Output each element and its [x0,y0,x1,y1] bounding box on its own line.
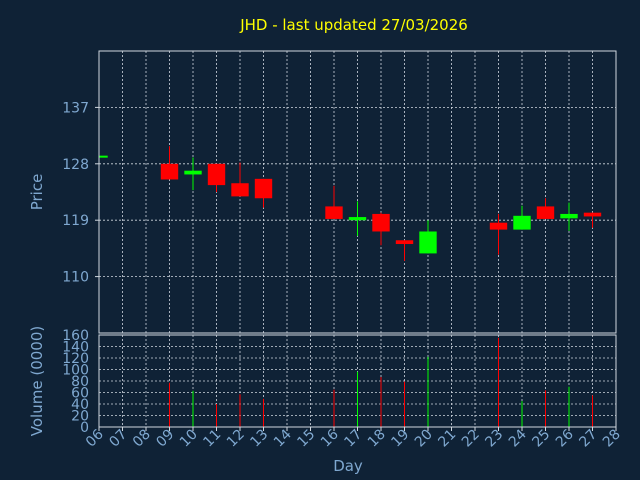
candle-body [207,163,226,186]
x-tick-label: 24 [506,426,530,450]
x-tick-label: 19 [388,427,412,451]
x-tick-label: 25 [529,427,553,451]
x-tick-label: 20 [412,427,436,451]
x-tick-label: 27 [576,427,600,451]
x-tick-label: 21 [435,427,459,451]
x-tick-label: 08 [130,427,154,451]
price-tick-label: 119 [62,213,89,229]
x-tick-label: 26 [553,426,577,450]
candle-body [513,215,531,230]
candle-body [348,217,367,221]
candle-body [231,183,249,197]
x-tick-label: 07 [106,427,130,451]
x-tick-label: 14 [271,426,295,450]
candle-body [254,178,273,199]
axis-ticks: 06 07 08 09 10 11 12 13 14 15 16 17 18 19 20 21 22 23 24 25… [62,100,624,450]
candlestick-chart: JHD - last updated 27/03/2026 Price Volu… [28,16,624,475]
candle-body [583,212,602,217]
price-tick-label: 110 [62,270,89,286]
candle-body [536,206,555,219]
chart-root: JHD - last updated 27/03/2026 Price Volu… [0,0,640,480]
price-tick-label: 128 [62,157,89,173]
x-tick-label: 23 [482,427,506,451]
x-tick-label: 11 [200,427,224,451]
x-tick-label: 17 [341,427,365,451]
x-tick-label: 16 [318,426,342,450]
x-tick-label: 28 [600,427,624,451]
candle-body [372,213,390,232]
x-tick-label: 22 [459,427,483,451]
volume-axis-label: Volume (0000) [28,326,46,436]
candle-body [489,222,508,230]
candle-body [160,163,179,180]
x-tick-label: 18 [365,427,389,451]
x-tick-label: 09 [153,427,177,451]
candle-body [395,240,414,245]
candles [98,146,602,261]
x-tick-label: 13 [247,427,271,451]
price-axis-label: Price [28,174,46,211]
candle-body [560,213,578,219]
candle-body [325,206,343,219]
x-tick-label: 15 [294,427,318,451]
volume-tick-label: 160 [62,328,89,344]
x-tick-label: 12 [224,427,248,451]
x-tick-label: 10 [177,427,201,451]
candle-body [419,231,437,254]
candle-body [184,170,202,175]
price-tick-label: 137 [62,100,89,116]
price-grid [99,51,616,333]
candle-body [99,155,108,158]
chart-title: JHD - last updated 27/03/2026 [239,16,468,34]
x-axis-label: Day [333,457,363,475]
